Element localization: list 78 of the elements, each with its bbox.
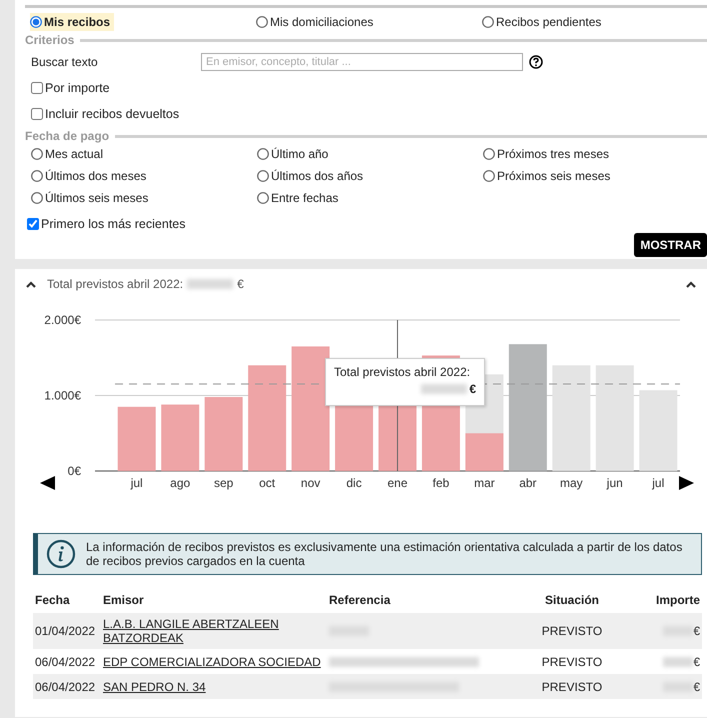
column-header: Emisor — [102, 592, 145, 609]
radio-button[interactable] — [483, 148, 495, 160]
table-cell: PREVISTO — [512, 613, 632, 649]
checkbox[interactable] — [27, 218, 39, 230]
currency-symbol: € — [237, 277, 244, 291]
axis-label: 2.000€ — [44, 313, 81, 327]
option-label: Último año — [271, 147, 328, 161]
redacted-amount — [663, 656, 694, 666]
show-button[interactable]: MOSTRAR — [634, 233, 707, 257]
section-legend: Criterios — [25, 33, 74, 47]
axis-label: 1.000€ — [44, 388, 81, 402]
option-label: Mis domiciliaciones — [270, 15, 374, 29]
checkbox-label: Por importe — [45, 81, 110, 95]
radio-button[interactable] — [31, 170, 43, 182]
axis-label: 0€ — [68, 464, 81, 478]
checkbox-label: Primero los más recientes — [41, 217, 186, 231]
radio-button[interactable] — [257, 148, 269, 160]
previous-arrow-icon[interactable] — [40, 476, 55, 490]
axis-label: sep — [214, 476, 234, 490]
help-icon[interactable] — [529, 55, 543, 69]
checkbox[interactable] — [31, 108, 43, 120]
section-legend: Fecha de pago — [25, 129, 110, 143]
checkbox-label: Incluir recibos devueltos — [45, 107, 180, 121]
radio-button[interactable] — [257, 192, 269, 204]
redacted-amount — [421, 384, 468, 394]
tooltip-title: Total previstos abril 2022: — [334, 365, 472, 379]
search-label: Buscar texto — [31, 55, 99, 69]
option-label: Próximos tres meses — [497, 147, 610, 161]
axis-label: feb — [432, 476, 450, 490]
table-cell-text: 06/04/2022 — [34, 654, 96, 670]
option-label: Últimos dos años — [271, 169, 364, 183]
currency-symbol: € — [693, 654, 700, 668]
checkbox[interactable] — [31, 82, 43, 94]
axis-label: jul — [130, 476, 143, 490]
column-header: Fecha — [34, 592, 71, 609]
option-label: Últimos dos meses — [45, 169, 146, 183]
table-cell: 06/04/2022 — [33, 674, 101, 699]
axis-label: nov — [300, 476, 320, 490]
option-label: Entre fechas — [271, 191, 338, 205]
table-cell-text: PREVISTO — [540, 654, 604, 670]
option-label: Próximos seis meses — [497, 169, 610, 183]
radio-button[interactable] — [30, 16, 42, 28]
axis-label: may — [560, 476, 583, 490]
radio-button[interactable] — [257, 170, 269, 182]
option-label: Mis recibos — [44, 15, 110, 29]
chevron-up-icon[interactable] — [25, 280, 37, 288]
table-cell: PREVISTO — [512, 674, 632, 699]
search-field[interactable]: En emisor, concepto, titular ... — [201, 53, 523, 71]
panel-title: Total previstos abril 2022: — [47, 277, 184, 291]
column-header: Referencia — [328, 592, 392, 609]
next-arrow-icon[interactable] — [679, 476, 694, 490]
axis-label: mar — [474, 476, 495, 490]
axis-label: dic — [346, 476, 362, 490]
currency-symbol: € — [693, 680, 700, 694]
chevron-up-icon[interactable] — [685, 280, 697, 288]
table-cell: 01/04/2022 — [33, 613, 101, 649]
redacted-amount — [187, 279, 234, 289]
column-header: Importe — [654, 592, 701, 609]
radio-button[interactable] — [31, 192, 43, 204]
axis-label: jun — [606, 476, 623, 490]
issuer-link[interactable]: EDP COMERCIALIZADORA SOCIEDAD — [103, 654, 321, 668]
axis-label: oct — [259, 476, 276, 490]
radio-button[interactable] — [482, 16, 494, 28]
option-label: Mes actual — [45, 147, 104, 161]
axis-label: jul — [652, 476, 664, 490]
axis-label: abr — [519, 476, 537, 490]
axis-label: ago — [170, 476, 190, 490]
axis-label: ene — [387, 476, 408, 490]
option-label: Recibos pendientes — [496, 15, 602, 29]
option-label: Últimos seis meses — [45, 191, 148, 205]
currency-symbol: € — [469, 382, 476, 396]
column-header: Situación — [544, 592, 600, 609]
radio-button[interactable] — [256, 16, 268, 28]
radio-button[interactable] — [483, 170, 495, 182]
info-message: La información de recibos previstos es exclusivamente una estimación orientativa calculada a partir de los datos de recibos previos cargados en la cuenta — [86, 540, 684, 568]
currency-symbol: € — [693, 624, 700, 638]
radio-button[interactable] — [31, 148, 43, 160]
info-icon — [46, 539, 76, 569]
